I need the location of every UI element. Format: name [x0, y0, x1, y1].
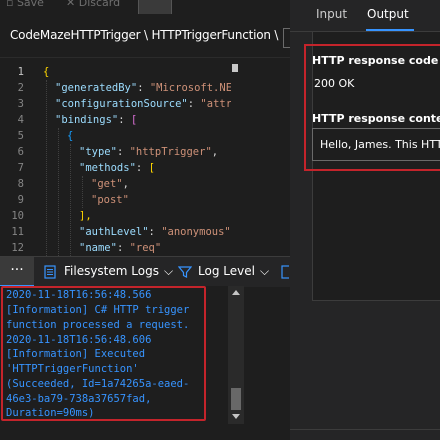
line-number: 11 [11, 226, 24, 238]
toolbar-active-tab[interactable] [138, 0, 172, 14]
code-line: "generatedBy": "Microsoft.NE [55, 82, 233, 94]
discard-button[interactable]: ✕ Discard [66, 0, 120, 9]
chevron-down-icon: ⌵ [163, 264, 174, 278]
code-line: ], [79, 210, 92, 222]
log-scrollbar[interactable] [228, 286, 244, 424]
scroll-thumb[interactable] [231, 388, 241, 410]
partial-icon [281, 265, 289, 279]
line-number: 5 [17, 130, 24, 142]
scroll-up-icon[interactable] [232, 290, 240, 295]
log-highlight-frame [1, 286, 206, 421]
indent-guide [70, 144, 71, 256]
tab-input[interactable]: Input [316, 7, 347, 21]
panel-footer [0, 424, 290, 440]
log-file-icon [44, 265, 56, 279]
indent-guide [46, 80, 47, 256]
line-number: 9 [17, 194, 24, 206]
filter-icon [178, 266, 192, 278]
code-line: "post" [91, 194, 129, 206]
more-actions-button[interactable]: ··· [0, 257, 34, 287]
log-level-dropdown[interactable]: Log Level ⌵ [198, 264, 269, 279]
editor-toolbar: ▫ Save ✕ Discard [0, 0, 290, 14]
indent-guide [82, 176, 83, 208]
panel-divider [290, 429, 440, 430]
line-number: 1 [17, 66, 24, 78]
response-code-value: 200 OK [314, 77, 355, 90]
discard-icon: ✕ [66, 0, 79, 9]
tab-output[interactable]: Output [367, 7, 409, 21]
editor-scrollbar[interactable] [231, 58, 238, 256]
response-content-label: HTTP response content [312, 112, 440, 125]
line-number: 6 [17, 146, 24, 158]
line-number: 10 [11, 210, 24, 222]
line-number: 4 [17, 114, 24, 126]
panel-toolbar: ··· Filesystem Logs ⌵ Log Level ⌵ [0, 256, 290, 287]
response-content-value: Hello, James. This HTTP [320, 138, 440, 151]
breadcrumb-path[interactable]: CodeMazeHTTPTrigger \ HTTPTriggerFunctio… [10, 28, 278, 42]
code-line: { [67, 130, 74, 142]
breadcrumb: CodeMazeHTTPTrigger \ HTTPTriggerFunctio… [0, 14, 291, 58]
response-content-field[interactable]: Hello, James. This HTTP [312, 128, 440, 161]
code-line: "name": "req" [79, 242, 162, 254]
line-number: 12 [11, 242, 24, 254]
scroll-down-icon[interactable] [232, 414, 240, 419]
line-number: 3 [17, 98, 24, 110]
code-line: "configurationSource": "attr [55, 98, 233, 110]
code-line: "methods": [ [79, 162, 155, 174]
code-line: "authLevel": "anonymous" [79, 226, 231, 238]
line-number: 7 [17, 162, 24, 174]
save-icon: ▫ [6, 0, 17, 9]
code-line: "get", [91, 178, 129, 190]
filesystem-logs-dropdown[interactable]: Filesystem Logs ⌵ [64, 264, 173, 279]
line-number: 8 [17, 178, 24, 190]
code-editor[interactable]: 1 2 3 4 5 6 7 8 9 10 11 12 { "generatedB… [0, 58, 238, 256]
code-line: { [43, 66, 50, 78]
save-button[interactable]: ▫ Save [6, 0, 44, 9]
indent-guide [58, 128, 59, 256]
line-number: 2 [17, 82, 24, 94]
chevron-down-icon: ⌵ [259, 264, 270, 278]
minimap-thumb[interactable] [232, 64, 238, 72]
code-line: "type": "httpTrigger", [79, 146, 219, 158]
response-code-label: HTTP response code [312, 54, 439, 67]
code-line: "bindings": [ [55, 114, 138, 126]
